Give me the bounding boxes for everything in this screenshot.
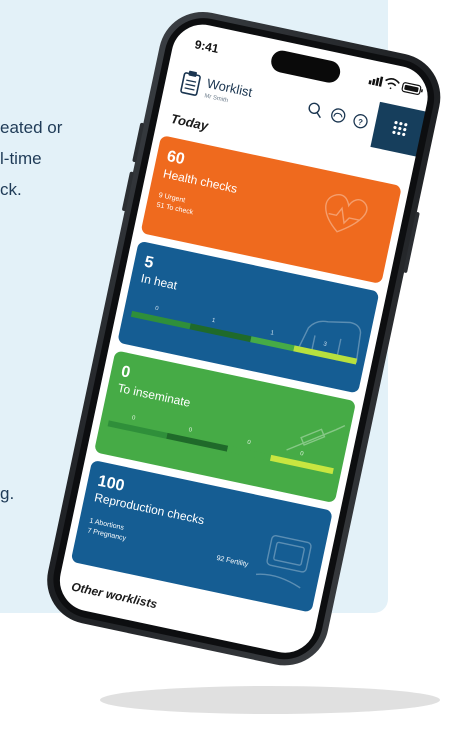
phone-shadow <box>100 686 440 714</box>
health-count: 60 <box>165 148 186 168</box>
phone-mockup: 9:41 Worklist Mr Smith ? Today 60 Health… <box>47 11 441 714</box>
